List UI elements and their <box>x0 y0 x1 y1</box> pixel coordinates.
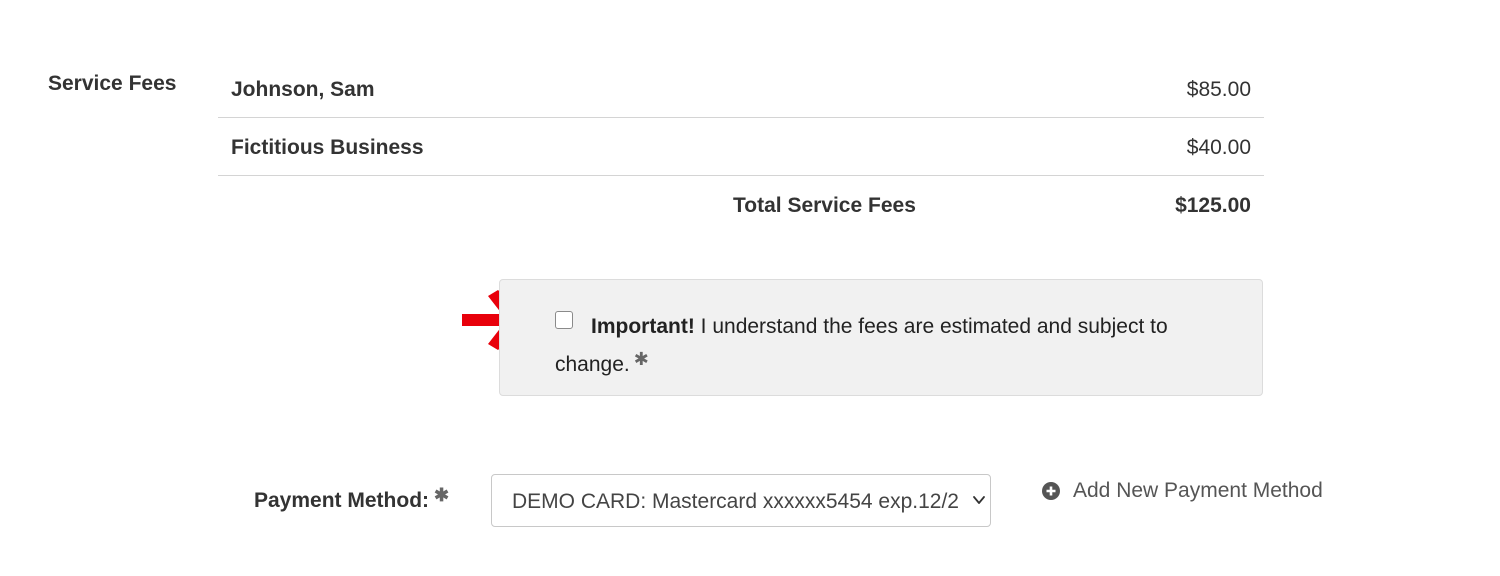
fees-form: Service Fees Johnson, Sam $85.00 Fictiti… <box>0 0 1500 576</box>
add-payment-method-link[interactable]: Add New Payment Method <box>1042 478 1323 504</box>
important-label: Important! <box>591 315 695 338</box>
total-row: Total Service Fees $125.00 <box>218 176 1264 234</box>
fee-name: Fictitious Business <box>231 136 424 159</box>
payment-method-select[interactable]: DEMO CARD: Mastercard xxxxxx5454 exp.12/… <box>491 474 991 527</box>
add-payment-method-label: Add New Payment Method <box>1073 479 1323 502</box>
payment-method-label-text: Payment Method: <box>254 489 430 512</box>
fee-amount: $85.00 <box>1186 78 1251 101</box>
required-asterisk: ✱ <box>633 349 649 369</box>
total-service-fees-amount: $125.00 <box>1175 194 1251 217</box>
total-service-fees-label: Total Service Fees <box>733 194 916 217</box>
table-row: Johnson, Sam $85.00 <box>218 60 1264 118</box>
chevron-down-icon <box>973 496 985 504</box>
plus-circle-icon <box>1042 482 1060 500</box>
service-fees-label: Service Fees <box>48 72 177 95</box>
service-fees-table: Johnson, Sam $85.00 Fictitious Business … <box>218 60 1264 234</box>
required-asterisk: ✱ <box>434 485 450 505</box>
fee-name: Johnson, Sam <box>231 78 375 101</box>
fee-amount: $40.00 <box>1186 136 1251 159</box>
payment-method-label: Payment Method: ✱ <box>254 485 449 513</box>
acknowledgement-text: Important! I understand the fees are est… <box>555 311 1215 381</box>
fees-acknowledgement-panel: Important! I understand the fees are est… <box>499 279 1263 396</box>
payment-method-selected-value: DEMO CARD: Mastercard xxxxxx5454 exp.12/… <box>512 490 959 513</box>
table-row: Fictitious Business $40.00 <box>218 118 1264 176</box>
